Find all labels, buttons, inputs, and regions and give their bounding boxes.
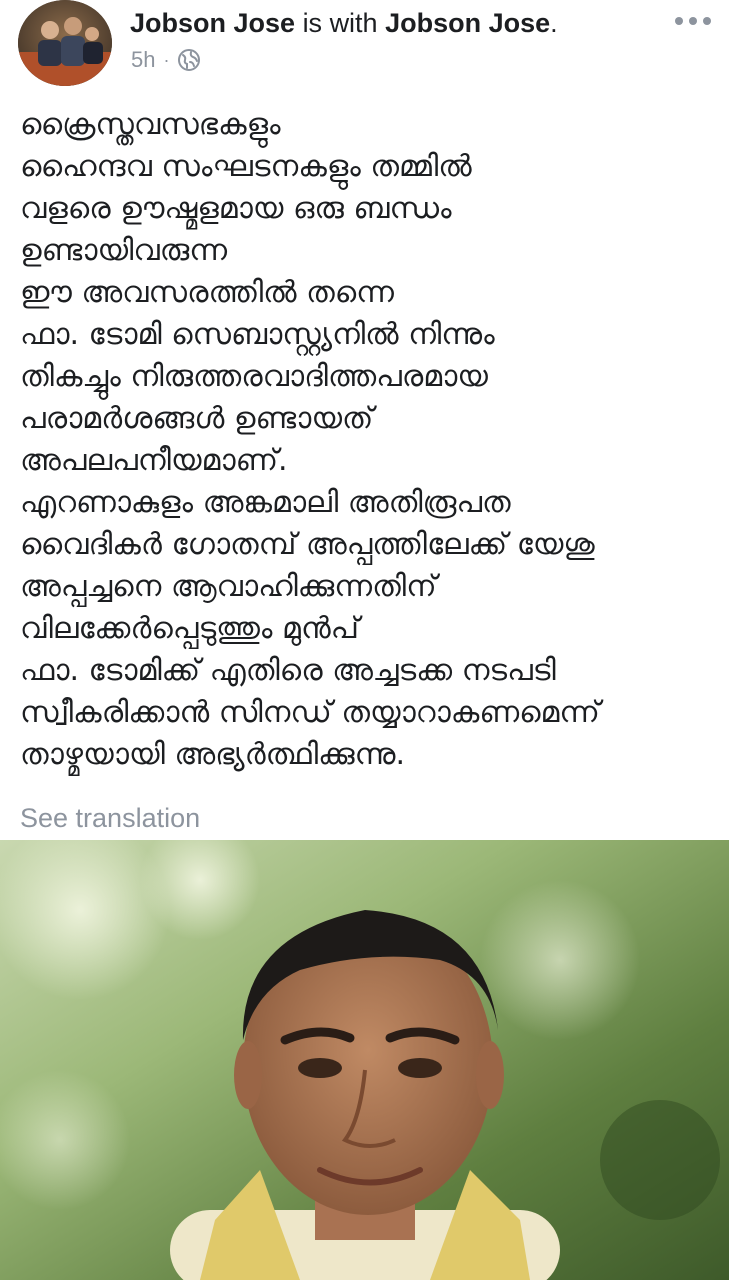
- post-text: ക്രൈസ്തവസഭകളും ഹൈന്ദവ സംഘടനകളും തമ്മിൽ വ…: [20, 104, 720, 776]
- post-text-line: തികച്ചും നിരുത്തരവാദിത്തപരമായ: [20, 359, 488, 394]
- author-name[interactable]: Jobson Jose: [130, 8, 295, 38]
- avatar[interactable]: [18, 0, 112, 86]
- post-header: Jobson Jose is with Jobson Jose. 5h ·: [0, 0, 729, 90]
- post-text-line: അപലപനീയമാണ്.: [20, 443, 288, 478]
- author-line: Jobson Jose is with Jobson Jose.: [130, 6, 558, 40]
- post-text-line: ഉണ്ടായിവരുന്ന: [20, 233, 228, 268]
- post-text-line: സ്വീകരിക്കാൻ സിനഡ് തയ്യാറാകണമെന്ന്: [20, 695, 600, 730]
- tagged-suffix: .: [550, 8, 558, 38]
- with-text: is with: [302, 8, 378, 38]
- post-text-line: വിലക്കേർപ്പെടുത്തും മുൻപ്: [20, 611, 360, 646]
- post-text-line: ഹൈന്ദവ സംഘടനകളും തമ്മിൽ: [20, 149, 472, 184]
- post-photo[interactable]: [0, 840, 729, 1280]
- meta-separator: ·: [163, 50, 170, 70]
- see-translation-link[interactable]: See translation: [20, 798, 200, 838]
- dot: [689, 17, 697, 25]
- post-time[interactable]: 5h: [131, 46, 155, 74]
- more-horizontal-icon[interactable]: [675, 12, 711, 30]
- post-text-line: താഴ്മയായി അഭ്യർത്ഥിക്കുന്നു.: [20, 737, 406, 772]
- tagged-name[interactable]: Jobson Jose: [385, 8, 550, 38]
- post-text-line: വൈദികർ ഗോതമ്പ് അപ്പത്തിലേക്ക് യേശു: [20, 527, 595, 562]
- post-text-line: വളരെ ഊഷ്മളമായ ഒരു ബന്ധം: [20, 191, 452, 226]
- post-text-line: എറണാകുളം അങ്കമാലി അതിരൂപത: [20, 485, 511, 520]
- post-meta: 5h ·: [131, 46, 201, 74]
- dot: [703, 17, 711, 25]
- globe-icon[interactable]: [177, 48, 201, 72]
- post-text-line: അപ്പച്ചനെ ആവാഹിക്കുന്നതിന്: [20, 569, 437, 604]
- post-text-line: പരാമർശങ്ങൾ ഉണ്ടായത്: [20, 401, 374, 436]
- post-text-line: ക്രൈസ്തവസഭകളും: [20, 107, 281, 142]
- post-text-line: ഫാ. ടോമി സെബാസ്റ്റ്യനിൽ നിന്നും: [20, 317, 495, 352]
- dot: [675, 17, 683, 25]
- post-text-line: ഫാ. ടോമിക്ക് എതിരെ അച്ചടക്ക നടപടി: [20, 653, 556, 688]
- post-text-line: ഈ അവസരത്തിൽ തന്നെ: [20, 275, 394, 310]
